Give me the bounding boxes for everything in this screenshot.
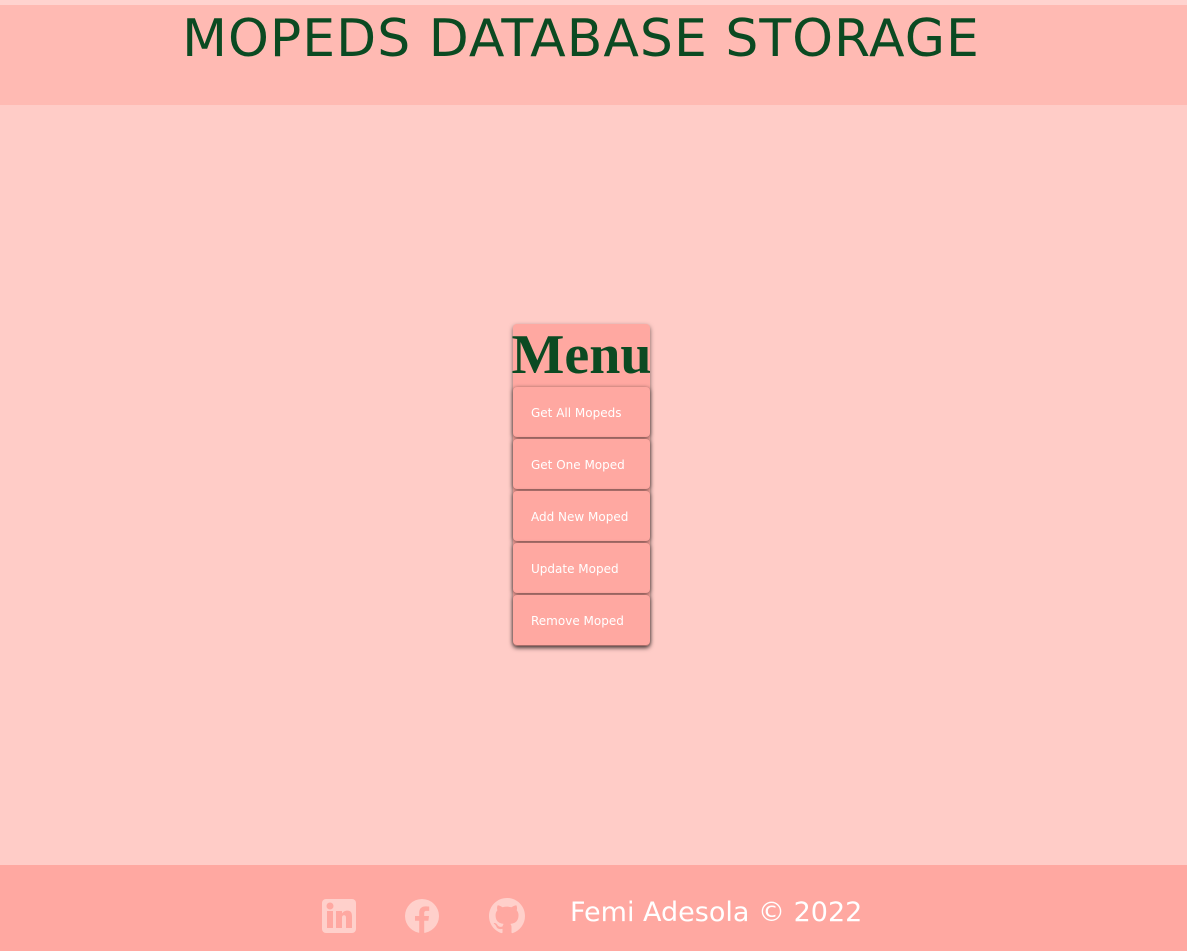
menu-title: Menu <box>511 324 652 386</box>
get-all-mopeds-button[interactable]: Get All Mopeds <box>513 387 650 437</box>
facebook-icon <box>405 899 439 933</box>
linkedin-link[interactable] <box>321 898 357 934</box>
page-header: MOPEDS DATABASE STORAGE <box>0 5 1187 105</box>
menu-panel: Menu Get All Mopeds Get One Moped Add Ne… <box>511 324 652 646</box>
github-link[interactable] <box>489 898 525 934</box>
remove-moped-button[interactable]: Remove Moped <box>513 595 650 645</box>
footer-credit: Femi Adesola © 2022 <box>570 897 863 928</box>
update-moped-button[interactable]: Update Moped <box>513 543 650 593</box>
linkedin-icon <box>322 899 356 933</box>
page-title: MOPEDS DATABASE STORAGE <box>182 9 980 69</box>
facebook-link[interactable] <box>404 898 440 934</box>
page-footer: Femi Adesola © 2022 <box>0 865 1187 951</box>
github-icon <box>489 898 525 934</box>
add-new-moped-button[interactable]: Add New Moped <box>513 491 650 541</box>
get-one-moped-button[interactable]: Get One Moped <box>513 439 650 489</box>
